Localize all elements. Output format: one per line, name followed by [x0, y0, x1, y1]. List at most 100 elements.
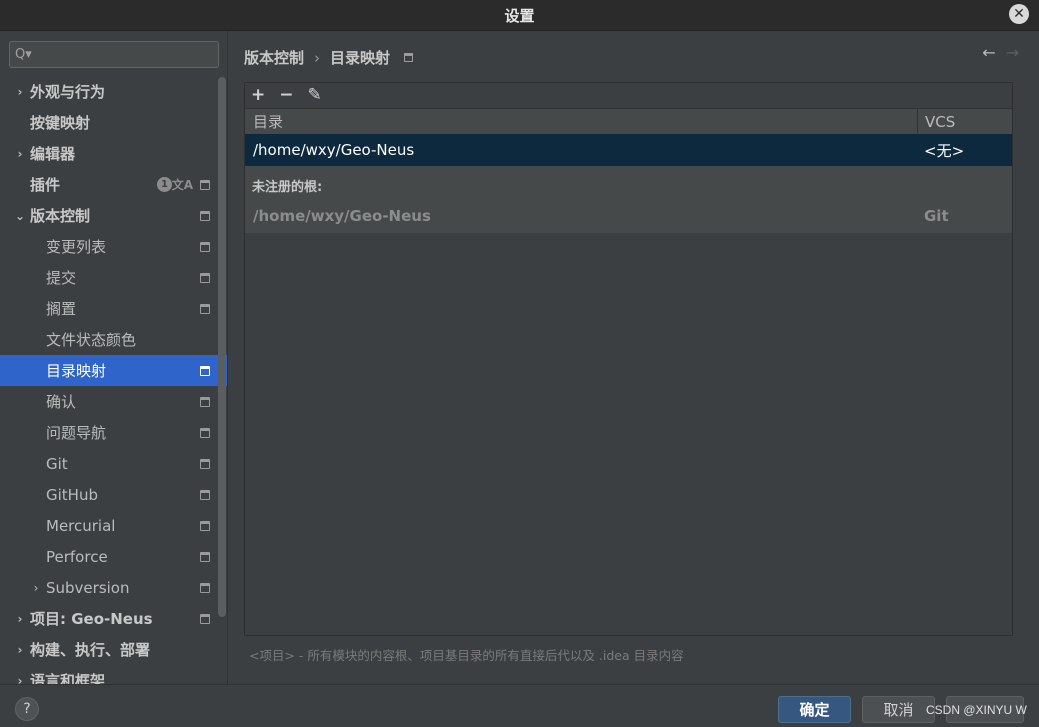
chevron-right-icon[interactable]: › — [14, 643, 26, 657]
column-header-vcs[interactable]: VCS — [925, 113, 955, 131]
project-scope-icon — [200, 396, 210, 407]
edit-icon[interactable]: ✎ — [308, 87, 322, 104]
unregistered-roots-heading: 未注册的根: — [252, 180, 323, 195]
project-scope-icon — [200, 179, 210, 190]
add-icon[interactable]: + — [251, 87, 265, 104]
search-input[interactable]: Q▾ — [9, 41, 219, 68]
sidebar-item[interactable]: 文件状态颜色 — [0, 324, 227, 355]
sidebar-item[interactable]: › 项目: Geo-Neus — [0, 603, 227, 634]
sidebar-item[interactable]: › 外观与行为 — [0, 76, 227, 107]
title-bar: 设置 ✕ — [0, 0, 1039, 31]
project-scope-icon — [200, 365, 210, 376]
sidebar-item-label: 语言和框架 — [30, 672, 106, 684]
breadcrumb-parent[interactable]: 版本控制 — [244, 47, 304, 68]
row-vcs[interactable]: <无> — [924, 140, 964, 161]
chevron-right-icon[interactable]: › — [14, 85, 26, 99]
ok-button[interactable]: 确定 — [778, 696, 851, 723]
sidebar-item-label: 版本控制 — [30, 207, 91, 225]
project-scope-icon — [200, 241, 210, 252]
sidebar-item-label: Subversion — [46, 578, 130, 597]
sidebar-item-label: Perforce — [46, 547, 108, 566]
chevron-right-icon[interactable]: › — [30, 581, 42, 595]
sidebar-item-label: Git — [46, 454, 68, 473]
chevron-right-icon[interactable]: › — [14, 612, 26, 626]
breadcrumb: 版本控制 › 目录映射 — [244, 47, 414, 68]
sidebar-item-label: 按键映射 — [30, 114, 91, 132]
project-note: <项目> - 所有模块的内容根、项目基目录的所有直接后代以及 .idea 目录内… — [249, 648, 684, 663]
translate-icon: 文A — [171, 178, 193, 192]
project-scope-icon — [200, 427, 210, 438]
sidebar-item[interactable]: ⌄ 版本控制 — [0, 200, 227, 231]
sidebar-item[interactable]: 变更列表 — [0, 231, 227, 262]
project-scope-icon — [200, 272, 210, 283]
sidebar-item-label: 变更列表 — [46, 238, 107, 256]
sidebar-item[interactable]: › 语言和框架 — [0, 665, 227, 684]
sidebar-item-label: 确认 — [46, 393, 77, 411]
sidebar-item[interactable]: 提交 — [0, 262, 227, 293]
unregistered-vcs: Git — [924, 207, 949, 225]
unregistered-roots: 未注册的根: /home/wxy/Geo-Neus Git — [245, 166, 1012, 233]
settings-tree: › 外观与行为按键映射 › 编辑器插件 1 文A ⌄ 版本控制变更列表提交搁置文件状态颜色 目录… — [0, 76, 227, 684]
mappings-toolbar: + − ✎ — [245, 83, 1012, 108]
sidebar-item[interactable]: 目录映射 — [0, 355, 227, 386]
sidebar-item[interactable]: Mercurial — [0, 510, 227, 541]
row-directory: /home/wxy/Geo-Neus — [253, 141, 415, 159]
help-icon[interactable]: ? — [15, 697, 39, 721]
project-scope-icon — [200, 520, 210, 531]
sidebar-item[interactable]: › 编辑器 — [0, 138, 227, 169]
remove-icon[interactable]: − — [279, 87, 293, 104]
project-scope-icon — [200, 551, 210, 562]
sidebar-item[interactable]: 搁置 — [0, 293, 227, 324]
column-divider[interactable] — [917, 109, 918, 134]
breadcrumb-separator: › — [314, 48, 321, 67]
search-icon: Q▾ — [15, 47, 32, 62]
sidebar-item-label: 项目: Geo-Neus — [30, 610, 153, 628]
unregistered-directory[interactable]: /home/wxy/Geo-Neus — [253, 207, 431, 225]
update-count-badge: 1 — [157, 177, 172, 192]
chevron-down-icon[interactable]: ⌄ — [14, 209, 26, 223]
directory-mappings-panel: + − ✎ 目录 VCS /home/wxy/Geo-Neus <无> 未注册的… — [244, 82, 1013, 636]
sidebar-item[interactable]: Perforce — [0, 541, 227, 572]
sidebar-item[interactable]: 确认 — [0, 386, 227, 417]
sidebar-item[interactable]: 问题导航 — [0, 417, 227, 448]
sidebar-item-label: 文件状态颜色 — [46, 331, 137, 349]
sidebar-item-label: 提交 — [46, 269, 77, 287]
sidebar-item-label: GitHub — [46, 485, 98, 504]
sidebar-item-label: 目录映射 — [46, 362, 107, 380]
cancel-button[interactable]: 取消 — [862, 696, 935, 723]
chevron-right-icon[interactable]: › — [14, 674, 26, 685]
project-scope-icon — [200, 458, 210, 469]
sidebar-item[interactable]: GitHub — [0, 479, 227, 510]
navigation-arrows: ← → — [982, 43, 1019, 62]
dialog-footer: ? 确定 取消 CSDN @XINYU W — [0, 684, 1039, 727]
table-row[interactable]: /home/wxy/Geo-Neus <无> — [245, 134, 1012, 166]
sidebar-item-label: 编辑器 — [30, 145, 76, 163]
sidebar-item[interactable]: › Subversion — [0, 572, 227, 603]
sidebar-item[interactable]: 按键映射 — [0, 107, 227, 138]
settings-sidebar: Q▾ › 外观与行为按键映射 › 编辑器插件 1 文A ⌄ 版本控制变更列表提交搁置文件状态颜… — [0, 31, 228, 684]
main-content: 版本控制 › 目录映射 ← → + − ✎ 目录 VCS /home/wxy/G… — [228, 31, 1039, 684]
sidebar-item-label: 外观与行为 — [30, 83, 106, 101]
sidebar-item-label: 问题导航 — [46, 424, 107, 442]
chevron-right-icon[interactable]: › — [14, 147, 26, 161]
project-scope-icon — [200, 489, 210, 500]
forward-arrow-icon[interactable]: → — [1006, 43, 1019, 62]
project-scope-icon — [200, 613, 210, 624]
watermark: CSDN @XINYU W — [926, 703, 1027, 717]
sidebar-item-label: 构建、执行、部署 — [30, 641, 151, 659]
table-header: 目录 VCS — [245, 108, 1012, 135]
window-title: 设置 — [504, 6, 535, 25]
project-scope-icon — [404, 53, 414, 62]
sidebar-item[interactable]: 插件 1 文A — [0, 169, 227, 200]
close-icon[interactable]: ✕ — [1009, 4, 1029, 24]
column-header-directory[interactable]: 目录 — [253, 111, 283, 132]
project-scope-icon — [200, 582, 210, 593]
breadcrumb-current: 目录映射 — [330, 49, 391, 67]
sidebar-item[interactable]: Git — [0, 448, 227, 479]
sidebar-item-label: Mercurial — [46, 516, 116, 535]
back-arrow-icon[interactable]: ← — [982, 43, 995, 62]
project-scope-icon — [200, 303, 210, 314]
sidebar-item-label: 搁置 — [46, 300, 77, 318]
sidebar-item[interactable]: › 构建、执行、部署 — [0, 634, 227, 665]
sidebar-scrollbar[interactable] — [218, 77, 226, 617]
